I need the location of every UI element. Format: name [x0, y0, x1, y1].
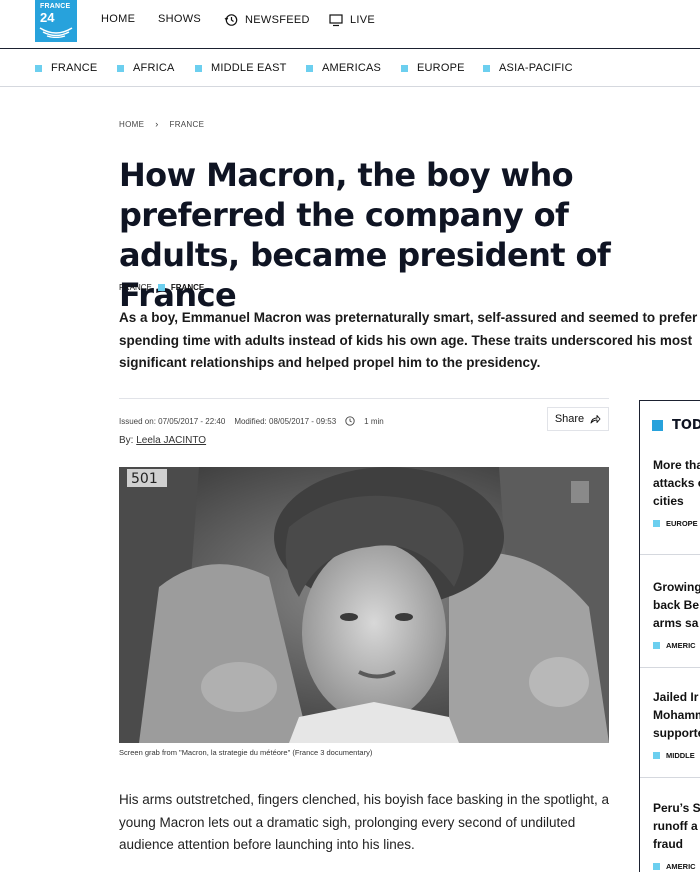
sidebar-story-tag-label: AMERIC — [666, 641, 696, 650]
sidebar-story-line: fraud — [653, 837, 683, 851]
sidebar-heading: TOD — [652, 418, 700, 433]
tag-marker — [653, 520, 660, 527]
section-africa[interactable]: AFRICA — [117, 62, 175, 74]
clock-icon — [345, 416, 355, 426]
section-marker — [483, 64, 490, 72]
tag-link[interactable]: FRANCE — [119, 283, 152, 292]
top-navigation: FRANCE 24 HOME SHOWS NEWSFEED LIVE — [0, 0, 700, 49]
section-france[interactable]: FRANCE — [35, 62, 97, 74]
tag-marker — [653, 752, 660, 759]
photo-caption: Screen grab from "Macron, la strategie d… — [119, 748, 373, 757]
sidebar-story-line: More tha — [653, 458, 700, 472]
sidebar-story-tag: AMERIC — [653, 641, 700, 650]
section-marker — [195, 64, 202, 72]
logo-text-line2: 24 — [40, 10, 55, 25]
sidebar-story-line: Jailed Ir — [653, 690, 699, 704]
section-marker — [401, 64, 408, 72]
section-marker — [306, 64, 313, 72]
modified-date: Modified: 08/05/2017 - 09:53 — [234, 416, 337, 426]
photo-image: 501 — [119, 467, 609, 743]
sidebar-story-tag-label: MIDDLE — [666, 751, 695, 760]
sidebar-story-tag: EUROPE — [653, 519, 700, 528]
sidebar-divider — [640, 554, 700, 555]
nav-home-label: HOME — [101, 13, 136, 25]
sidebar-story[interactable]: Growing back Be arms sa AMERIC — [653, 578, 700, 650]
tag-separator-square — [157, 284, 165, 291]
section-marker — [117, 64, 124, 72]
article-photo: 501 — [119, 467, 609, 743]
sidebar-story-line: supporte — [653, 726, 700, 740]
top-stories-sidebar: TOD More tha attacks o cities EUROPE Gro… — [639, 400, 700, 872]
breadcrumb-home[interactable]: HOME — [119, 120, 144, 129]
issued-date: Issued on: 07/05/2017 - 22:40 — [119, 416, 226, 426]
sidebar-story-tag-label: AMERIC — [666, 862, 696, 871]
logo-wave-graphic — [39, 27, 73, 38]
sidebar-story-tag: AMERIC — [653, 862, 700, 871]
article-title: How Macron, the boy who preferred the co… — [119, 156, 611, 314]
sidebar-story-line: Peru’s S — [653, 801, 700, 815]
logo-text-line1: FRANCE — [40, 3, 71, 10]
sidebar-story-line: attacks o — [653, 476, 700, 490]
sidebar-story-line: runoff a — [653, 819, 698, 833]
section-asia-pacific[interactable]: ASIA-PACIFIC — [483, 62, 573, 74]
sidebar-story-line: cities — [653, 494, 684, 508]
section-americas[interactable]: AMERICAS — [306, 62, 381, 74]
sidebar-story-line: back Be — [653, 598, 700, 612]
sidebar-story[interactable]: Peru’s S runoff a fraud AMERIC — [653, 799, 700, 871]
article-body-paragraph: His arms outstretched, fingers clenched,… — [119, 792, 610, 852]
article-tags: FRANCE FRANCE — [119, 283, 204, 292]
france24-logo[interactable]: FRANCE 24 — [35, 0, 77, 42]
nav-live-label: LIVE — [350, 14, 376, 26]
section-label: FRANCE — [51, 62, 98, 74]
share-label: Share — [554, 413, 585, 425]
svg-text:501: 501 — [131, 471, 158, 487]
sidebar-divider — [640, 667, 700, 668]
section-middle-east[interactable]: MIDDLE EAST — [195, 62, 287, 74]
history-clock-icon — [224, 14, 238, 26]
section-europe[interactable]: EUROPE — [401, 62, 465, 74]
nav-shows-link[interactable]: SHOWS — [158, 13, 201, 25]
sidebar-story-line: arms sa — [653, 616, 699, 630]
breadcrumb-current[interactable]: FRANCE — [170, 120, 205, 129]
sidebar-story-line: Growing — [653, 580, 700, 594]
nav-newsfeed-link[interactable]: NEWSFEED — [224, 13, 310, 27]
sidebar-story[interactable]: More tha attacks o cities EUROPE — [653, 456, 700, 528]
tag-marker — [653, 863, 660, 870]
nav-live-link[interactable]: LIVE — [329, 13, 375, 27]
sidebar-story-tag-label: EUROPE — [666, 519, 698, 528]
section-marker — [35, 64, 42, 72]
chevron-right-icon: › — [155, 119, 159, 129]
sidebar-story[interactable]: Jailed Ir Mohamm supporte MIDDLE — [653, 688, 700, 760]
tag-link-primary[interactable]: FRANCE — [171, 283, 204, 292]
section-label: MIDDLE EAST — [211, 62, 287, 74]
section-label: AFRICA — [133, 62, 175, 74]
tag-marker — [653, 642, 660, 649]
share-button[interactable]: Share — [547, 407, 609, 431]
publish-info: Issued on: 07/05/2017 - 22:40 Modified: … — [119, 416, 384, 426]
section-navigation: FRANCE AFRICA MIDDLE EAST AMERICAS EUROP… — [0, 49, 700, 87]
nav-shows-label: SHOWS — [158, 13, 202, 25]
share-arrow-icon — [590, 414, 601, 423]
byline: By: Leela JACINTO — [119, 435, 206, 446]
section-label: ASIA-PACIFIC — [499, 62, 573, 74]
sidebar-divider — [640, 777, 700, 778]
tv-screen-icon — [329, 14, 343, 27]
sidebar-heading-text: TOD — [672, 418, 700, 433]
breadcrumb: HOME › FRANCE — [119, 119, 204, 129]
section-label: EUROPE — [417, 62, 465, 74]
section-label: AMERICAS — [322, 62, 382, 74]
heading-marker — [652, 420, 663, 431]
read-time: 1 min — [364, 416, 384, 426]
nav-newsfeed-label: NEWSFEED — [245, 14, 310, 26]
article-lead: As a boy, Emmanuel Macron was preternatu… — [119, 310, 698, 370]
article-meta: Issued on: 07/05/2017 - 22:40 Modified: … — [119, 398, 609, 432]
sidebar-story-line: Mohamm — [653, 708, 700, 722]
author-link[interactable]: Leela JACINTO — [136, 435, 206, 446]
byline-prefix: By: — [119, 435, 134, 446]
nav-home-link[interactable]: HOME — [101, 13, 135, 25]
sidebar-story-tag: MIDDLE — [653, 751, 700, 760]
